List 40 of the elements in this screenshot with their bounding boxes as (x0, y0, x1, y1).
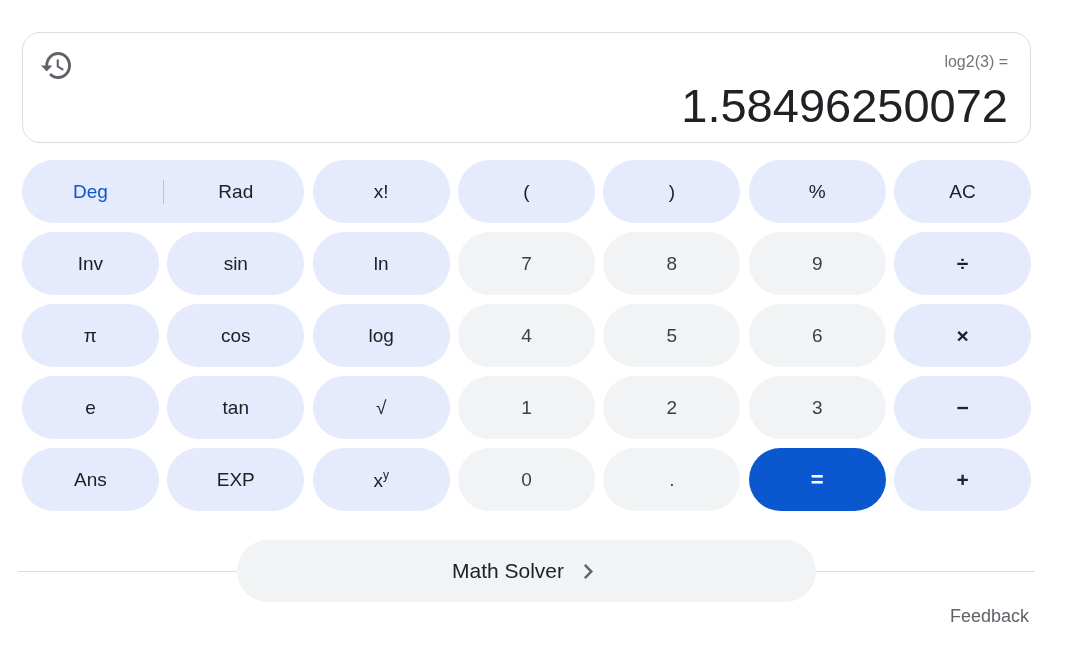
digit-key[interactable]: 7 (458, 232, 595, 295)
digit-key[interactable]: 4 (458, 304, 595, 367)
function-key[interactable]: ) (603, 160, 741, 223)
digit-key[interactable]: . (603, 448, 741, 511)
history-icon[interactable] (41, 52, 71, 79)
function-key[interactable]: e (22, 376, 159, 439)
digit-key[interactable]: 1 (458, 376, 595, 439)
function-key[interactable]: cos (167, 304, 305, 367)
feedback-link[interactable]: Feedback (949, 605, 1029, 627)
digit-key[interactable]: 6 (748, 304, 886, 367)
expression-text: log2(3) = (944, 52, 1008, 72)
function-key[interactable]: π (22, 304, 159, 367)
operator-key[interactable]: − (894, 376, 1031, 439)
equals-key[interactable]: = (748, 448, 886, 511)
function-key[interactable]: Inv (22, 232, 159, 295)
function-key[interactable]: tan (167, 376, 305, 439)
digit-key[interactable]: 5 (603, 304, 741, 367)
function-key[interactable]: sin (167, 232, 305, 295)
function-key[interactable]: % (748, 160, 886, 223)
function-key[interactable]: √ (312, 376, 450, 439)
function-key[interactable]: EXP (167, 448, 305, 511)
math-solver-button[interactable]: Math Solver (237, 540, 816, 602)
chevron-right-icon (584, 563, 593, 579)
function-key[interactable]: ( (458, 160, 595, 223)
digit-key[interactable]: 0 (458, 448, 595, 511)
function-key[interactable]: ln (312, 232, 450, 295)
function-key[interactable]: x$^{y}$ (312, 448, 450, 511)
digit-key[interactable]: 8 (603, 232, 741, 295)
operator-key[interactable]: × (894, 304, 1031, 367)
digit-key[interactable]: 3 (748, 376, 886, 439)
angle-mode-tab[interactable]: Deg (22, 160, 159, 223)
function-key[interactable]: log (312, 304, 450, 367)
function-key[interactable]: x! (312, 160, 450, 223)
operator-key[interactable]: + (894, 448, 1031, 511)
function-key[interactable]: Ans (22, 448, 159, 511)
digit-key[interactable]: 9 (748, 232, 886, 295)
digit-key[interactable]: 2 (603, 376, 741, 439)
operator-key[interactable]: ÷ (894, 232, 1031, 295)
function-key[interactable]: AC (894, 160, 1031, 223)
result-text: 1.58496250072 (681, 81, 1008, 131)
